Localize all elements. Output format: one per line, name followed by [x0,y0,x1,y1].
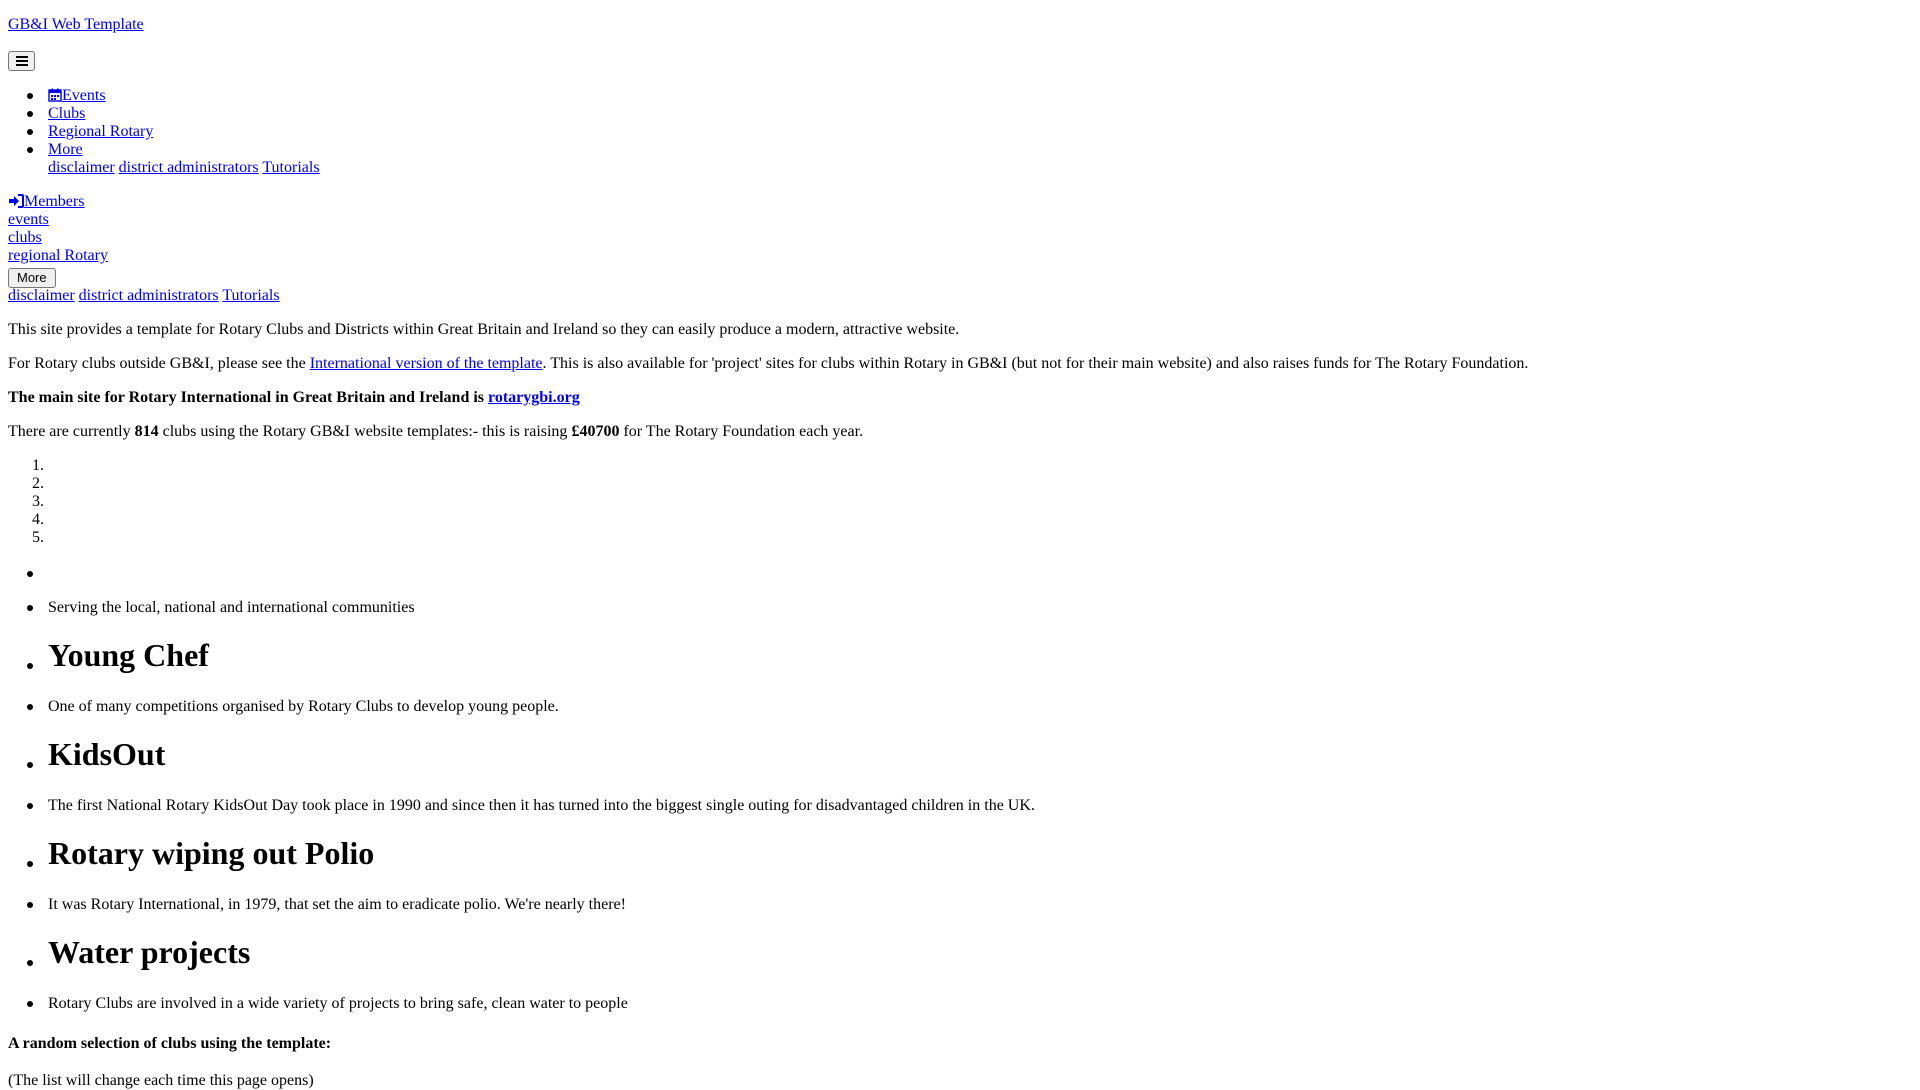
carousel-indicator[interactable]: 3. [20,493,44,511]
list-bullet [27,111,33,117]
list-bullet [27,571,33,577]
list-bullet [27,129,33,135]
list-bullet [27,762,33,768]
list-bullet [27,605,33,611]
mobile-submenu-link-district-administrators[interactable]: district administrators [79,287,219,304]
submenu-link-disclaimer[interactable]: disclaimer [48,159,115,176]
members-link[interactable]: Members [8,193,84,211]
carousel-indicator[interactable]: 4. [20,511,44,529]
submenu-link-tutorials[interactable]: Tutorials [262,159,319,176]
calendar-icon [48,88,62,102]
club-count-paragraph: There are currently 814 clubs using the … [8,423,863,441]
nav-item-clubs[interactable]: Clubs [48,105,85,123]
sign-in-icon [9,194,24,208]
slide-title: Young Chef [48,637,209,673]
carousel-indicator[interactable]: 2. [20,475,44,493]
slide-caption: It was Rotary International, in 1979, th… [48,896,626,913]
mobile-more-button[interactable]: More [8,268,56,288]
nav-item-more[interactable]: More [48,141,83,159]
nav-item-events[interactable]: Events [48,87,106,105]
page: GB&I Web Template Events Clubs Regional … [0,0,1920,1089]
list-bullet [27,902,33,908]
carousel-indicator[interactable]: 1. [20,457,44,475]
members-label: Members [24,193,85,210]
slide-caption: One of many competitions organised by Ro… [48,698,559,715]
international-paragraph: For Rotary clubs outside GB&I, please se… [8,355,1528,373]
mobile-nav-clubs[interactable]: clubs [8,229,42,247]
paragraph-text: clubs using the Rotary GB&I website temp… [158,423,572,440]
mobile-more-submenu: disclaimer district administrators Tutor… [8,287,280,305]
paragraph-text: For Rotary clubs outside GB&I, please se… [8,355,310,372]
list-bullet [27,960,33,966]
submenu-link-district-administrators[interactable]: district administrators [119,159,259,176]
list-bullet [27,803,33,809]
random-clubs-note: (The list will change each time this pag… [8,1072,314,1089]
list-bullet [27,704,33,710]
list-bullet [27,663,33,669]
nav-item-label: Events [62,87,106,104]
random-clubs-heading-text: A random selection of clubs using the te… [8,1035,332,1052]
main-site-paragraph: The main site for Rotary International i… [8,389,580,407]
mobile-submenu-link-disclaimer[interactable]: disclaimer [8,287,75,304]
mobile-submenu-link-tutorials[interactable]: Tutorials [222,287,279,304]
paragraph-text: There are currently [8,423,135,440]
slide-title: KidsOut [48,736,166,772]
brand-link[interactable]: GB&I Web Template [8,16,144,34]
intro-paragraph: This site provides a template for Rotary… [8,321,960,338]
slide-caption: Rotary Clubs are involved in a wide vari… [48,995,628,1012]
foundation-amount: £40700 [571,423,620,440]
mobile-nav-regional-rotary[interactable]: regional Rotary [8,247,108,265]
random-clubs-heading: A random selection of clubs using the te… [8,1035,331,1053]
main-site-text: The main site for Rotary International i… [8,389,489,406]
club-count: 814 [134,423,159,440]
paragraph-text: . This is also available for 'project' s… [542,355,1529,372]
more-submenu: disclaimer district administrators Tutor… [48,159,320,177]
paragraph-text: for The Rotary Foundation each year. [619,423,864,440]
slide-title: Water projects [48,934,251,970]
menu-toggle-button[interactable] [8,51,35,71]
list-bullet [27,1001,33,1007]
carousel-indicator[interactable]: 5. [20,529,44,547]
list-bullet [27,93,33,99]
list-bullet [27,147,33,153]
slide-caption: Serving the local, national and internat… [48,599,415,616]
international-template-link[interactable]: International version of the template [310,355,543,372]
hamburger-icon [15,56,28,66]
slide-caption: The first National Rotary KidsOut Day to… [48,797,1035,814]
slide-title: Rotary wiping out Polio [48,835,375,871]
rotarygbi-link[interactable]: rotarygbi.org [488,389,580,406]
list-bullet [27,861,33,867]
mobile-nav-events[interactable]: events [8,211,49,229]
nav-item-regional-rotary[interactable]: Regional Rotary [48,123,153,141]
